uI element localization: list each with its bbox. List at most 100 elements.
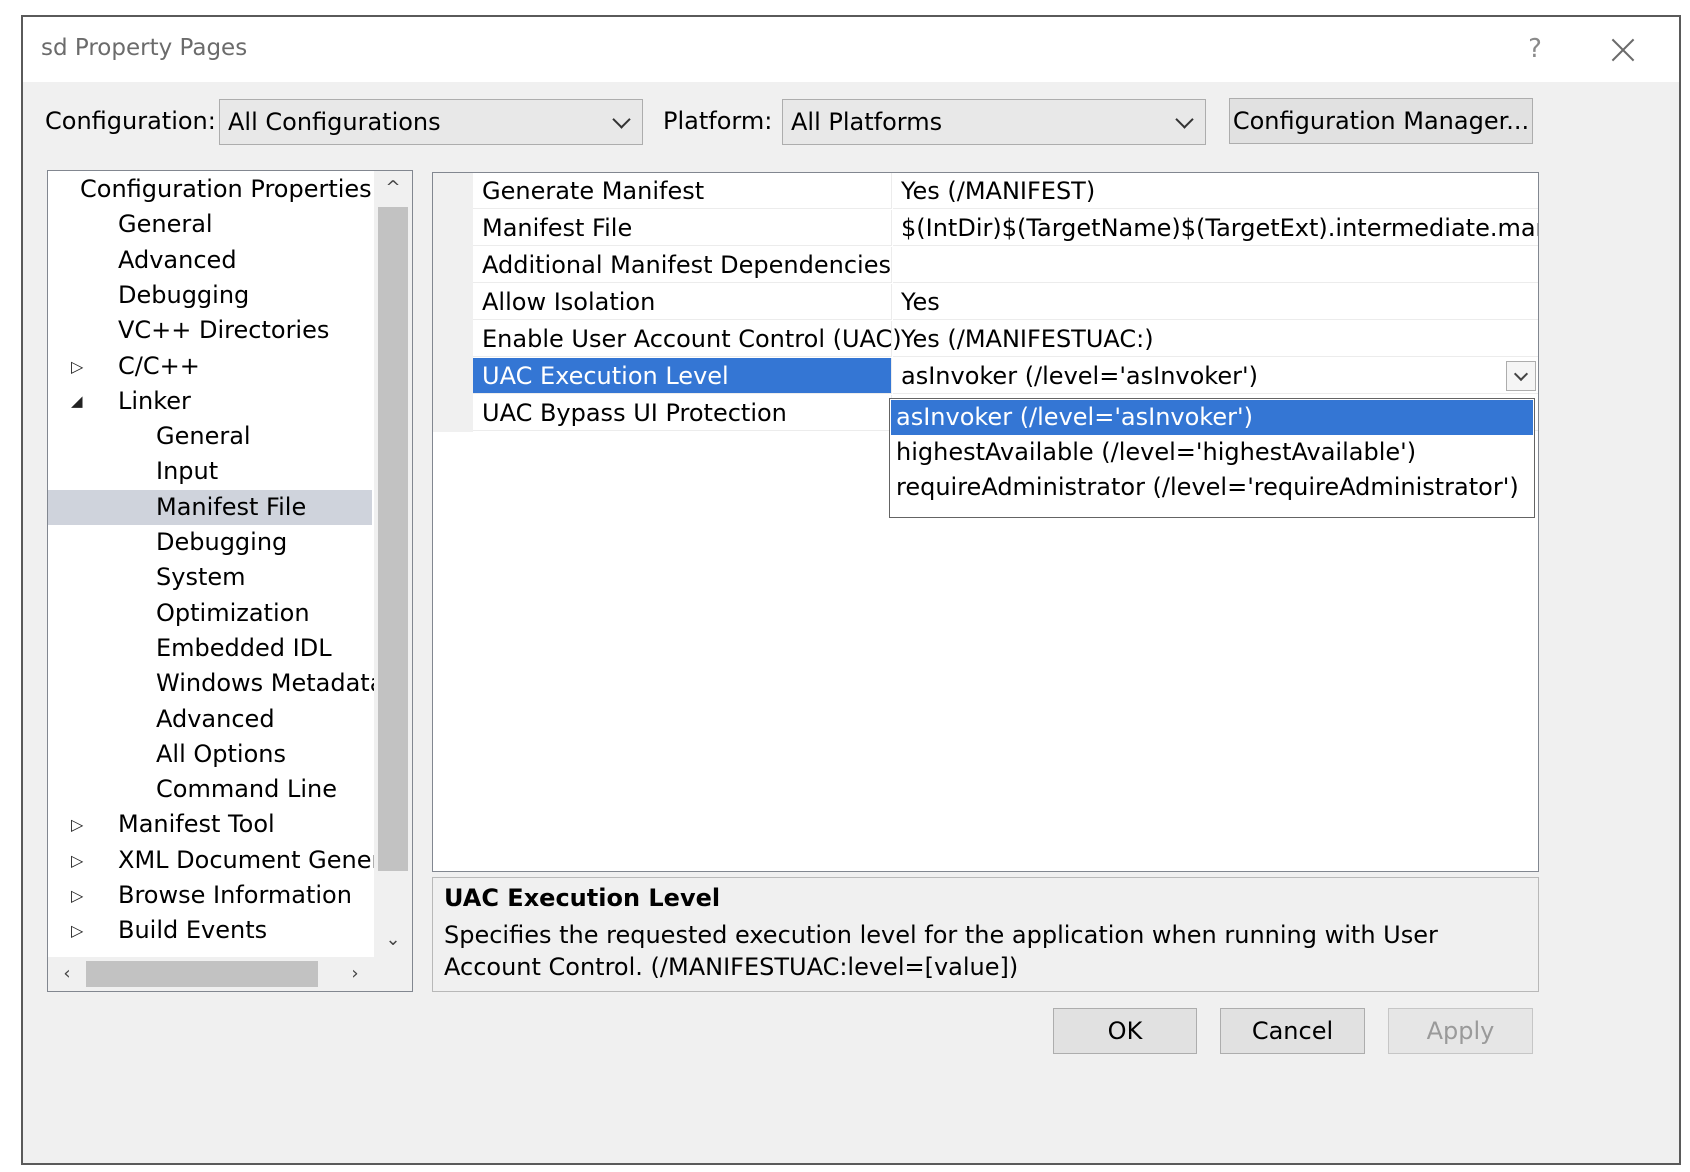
tree-horizontal-scrollbar[interactable]: ‹ › — [48, 957, 412, 991]
property-value[interactable]: Yes (/MANIFEST) — [893, 173, 1538, 209]
collapsed-arrow-icon[interactable]: ▷ — [71, 913, 89, 948]
tree-item[interactable]: Optimization — [48, 596, 372, 631]
tree-item-label: Embedded IDL — [156, 633, 332, 662]
tree-item-label: General — [156, 422, 251, 451]
tree-item-label: Advanced — [118, 245, 237, 274]
tree-item[interactable]: ▷ C/C++ — [48, 349, 372, 384]
title-bar: sd Property Pages ? — [23, 17, 1679, 82]
tree-item[interactable]: ▷ Build Events — [48, 913, 372, 948]
scroll-up-icon[interactable]: ^ — [374, 171, 412, 205]
tree-item[interactable]: ▷ Browse Information — [48, 878, 372, 913]
property-pages-dialog: sd Property Pages ? Configuration: All C… — [21, 15, 1681, 1165]
property-row[interactable]: Allow Isolation Yes — [433, 284, 1538, 321]
collapsed-arrow-icon[interactable]: ▷ — [71, 349, 89, 384]
expanded-arrow-icon[interactable]: ◢ — [71, 384, 89, 419]
scroll-right-icon[interactable]: › — [336, 957, 374, 991]
row-gutter — [433, 210, 473, 247]
property-name[interactable]: UAC Bypass UI Protection — [473, 395, 892, 431]
tree-item[interactable]: All Options — [48, 737, 372, 772]
property-name[interactable]: Additional Manifest Dependencies — [473, 247, 892, 283]
tree-item[interactable]: Windows Metadata — [48, 666, 384, 701]
property-value-text: Yes (/MANIFEST) — [901, 177, 1096, 205]
apply-button[interactable]: Apply — [1388, 1008, 1533, 1054]
help-button[interactable]: ? — [1513, 29, 1557, 69]
tree-item[interactable]: Command Line — [48, 772, 372, 807]
tree-item-label: Optimization — [156, 598, 310, 627]
tree-item[interactable]: VC++ Directories — [48, 313, 372, 348]
cancel-button[interactable]: Cancel — [1220, 1008, 1365, 1054]
tree-item-label: Configuration Properties — [80, 175, 372, 203]
tree-item[interactable]: Manifest File — [48, 489, 372, 525]
tree-item[interactable]: Advanced — [48, 243, 372, 278]
description-title: UAC Execution Level — [444, 884, 721, 912]
tree-item-label: Windows Metadata — [156, 669, 385, 698]
platform-combo-value: All Platforms — [791, 108, 943, 136]
tree-item-label: Debugging — [118, 280, 250, 309]
property-name[interactable]: UAC Execution Level — [473, 358, 892, 394]
tree-item-label: Input — [156, 457, 219, 486]
dropdown-option[interactable]: asInvoker (/level='asInvoker') — [891, 400, 1533, 435]
tree-item[interactable]: Debugging — [48, 278, 372, 313]
platform-label: Platform: — [663, 107, 773, 135]
property-row[interactable]: Manifest File $(IntDir)$(TargetName)$(Tar… — [433, 210, 1538, 247]
window-title: sd Property Pages — [41, 35, 248, 61]
property-name[interactable]: Manifest File — [473, 210, 892, 246]
property-value[interactable]: asInvoker (/level='asInvoker') — [893, 358, 1538, 394]
ok-button[interactable]: OK — [1053, 1008, 1197, 1054]
configuration-manager-button[interactable]: Configuration Manager... — [1229, 98, 1533, 144]
tree-item[interactable]: ◢ Linker — [48, 384, 372, 419]
collapsed-arrow-icon[interactable]: ▷ — [71, 807, 89, 842]
dropdown-option[interactable]: highestAvailable (/level='highestAvailab… — [891, 435, 1533, 470]
configuration-label: Configuration: — [45, 107, 216, 135]
tree-item-label: Debugging — [156, 528, 288, 556]
tree-item[interactable]: General — [48, 207, 372, 242]
tree-item[interactable]: Input — [48, 454, 372, 489]
property-value[interactable]: Yes — [893, 284, 1538, 320]
tree-vertical-scrollbar[interactable]: ^ ⌄ — [374, 171, 412, 957]
expanded-arrow-icon[interactable]: ◢ — [48, 172, 51, 207]
row-gutter — [433, 247, 473, 284]
description-text: Specifies the requested execution level … — [444, 921, 1438, 981]
scroll-left-icon[interactable]: ‹ — [48, 957, 86, 991]
chevron-down-icon[interactable] — [1506, 361, 1536, 391]
tree-vertical-scroll-thumb[interactable] — [378, 207, 408, 871]
property-value-text: Yes — [901, 288, 940, 316]
platform-combo[interactable]: All Platforms — [782, 99, 1206, 145]
scroll-down-icon[interactable]: ⌄ — [374, 923, 412, 957]
tree-item[interactable]: Embedded IDL — [48, 631, 372, 666]
tree-item-label: Command Line — [156, 775, 337, 804]
tree-item-label: System — [156, 563, 246, 592]
tree-item-label: Manifest Tool — [118, 810, 275, 839]
tree-item-label: Browse Information — [118, 881, 352, 909]
dropdown-option[interactable]: requireAdministrator (/level='requireAdm… — [891, 470, 1533, 505]
collapsed-arrow-icon[interactable]: ▷ — [71, 843, 89, 878]
property-name[interactable]: Allow Isolation — [473, 284, 892, 320]
property-row[interactable]: Generate Manifest Yes (/MANIFEST) — [433, 173, 1538, 210]
property-name[interactable]: Generate Manifest — [473, 173, 892, 209]
collapsed-arrow-icon[interactable]: ▷ — [71, 878, 89, 913]
property-row[interactable]: UAC Execution Level asInvoker (/level='as… — [433, 358, 1538, 395]
tree-item[interactable]: ◢ Configuration Properties — [48, 172, 372, 207]
property-value[interactable] — [893, 247, 1538, 283]
tree-item[interactable]: ▷ Manifest Tool — [48, 807, 372, 842]
tree-item[interactable]: General — [48, 419, 372, 454]
tree-item[interactable]: Advanced — [48, 702, 372, 737]
property-row[interactable]: Additional Manifest Dependencies — [433, 247, 1538, 284]
property-tree: ◢ Configuration Properties General Advanced… — [47, 170, 413, 992]
property-name[interactable]: Enable User Account Control (UAC) — [473, 321, 902, 357]
tree-horizontal-scroll-thumb[interactable] — [86, 961, 318, 987]
property-value-text: asInvoker (/level='asInvoker') — [901, 362, 1258, 390]
tree-item[interactable]: ▷ XML Document Genera — [48, 843, 396, 878]
row-gutter — [433, 358, 473, 395]
tree-item[interactable]: Debugging — [48, 525, 372, 560]
row-gutter — [433, 395, 473, 432]
tree-item[interactable]: System — [48, 560, 372, 595]
close-icon[interactable] — [1598, 29, 1648, 69]
row-gutter — [433, 173, 473, 210]
property-row[interactable]: Enable User Account Control (UAC) Yes (/M… — [433, 321, 1538, 358]
property-value[interactable]: Yes (/MANIFESTUAC:) — [893, 321, 1538, 357]
configuration-combo[interactable]: All Configurations — [219, 99, 643, 145]
execution-level-dropdown-list: asInvoker (/level='asInvoker') highestAva… — [889, 398, 1535, 518]
property-value[interactable]: $(IntDir)$(TargetName)$(TargetExt).inter… — [893, 210, 1538, 246]
row-gutter — [433, 284, 473, 321]
